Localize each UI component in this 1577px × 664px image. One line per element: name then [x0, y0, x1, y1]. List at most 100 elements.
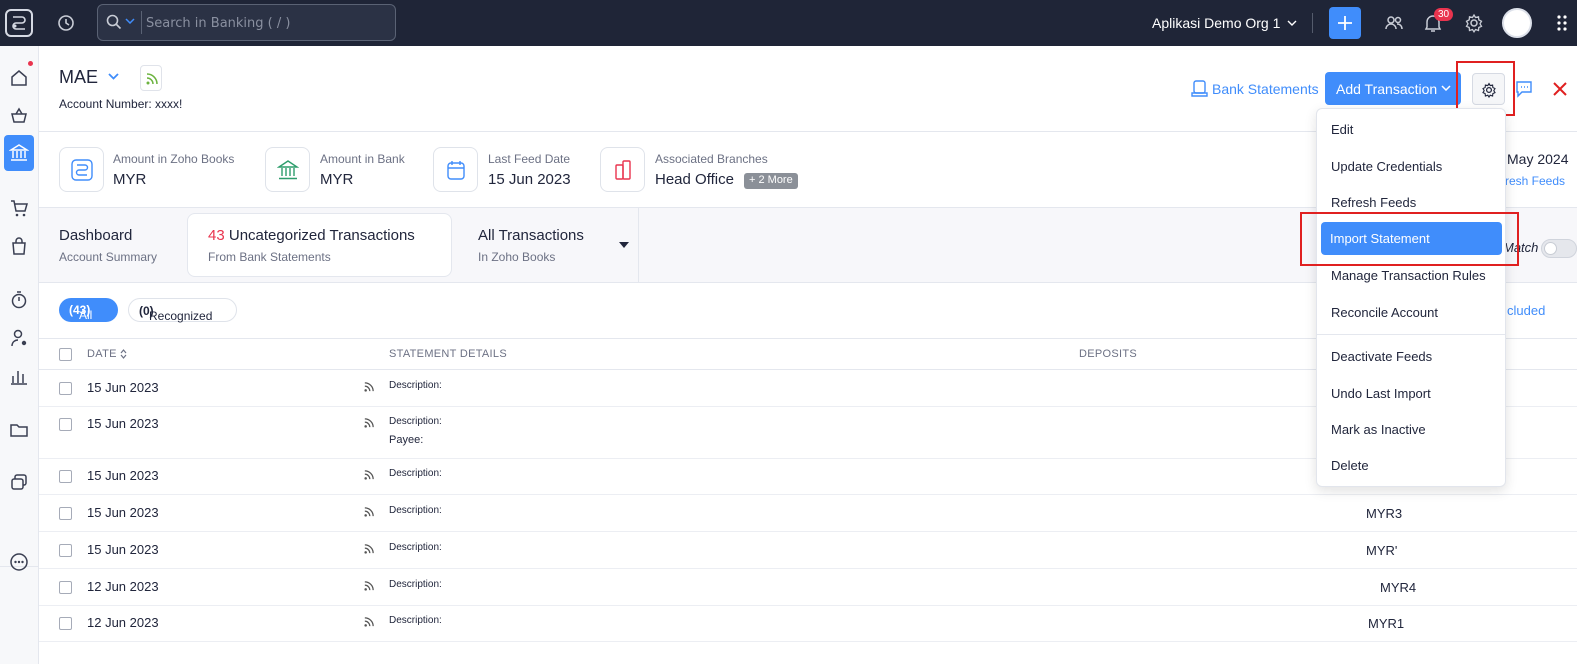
table-row[interactable]: 15 Jun 2023 Description: MYR': [39, 532, 1577, 569]
summary-label: Amount in Bank: [320, 152, 405, 166]
menu-item-mark-as-inactive[interactable]: Mark as Inactive: [1331, 422, 1426, 437]
row-checkbox[interactable]: [59, 418, 72, 431]
row-checkbox[interactable]: [59, 581, 72, 594]
table-row[interactable]: 12 Jun 2023 Description: MYR1: [39, 606, 1577, 642]
filter-all[interactable]: All (43): [59, 298, 118, 322]
row-checkbox[interactable]: [59, 617, 72, 630]
row-deposit-amount: MYR4: [1380, 580, 1417, 595]
rss-feed-icon: [364, 581, 374, 591]
statement-icon: [1191, 80, 1208, 97]
home-icon[interactable]: [9, 68, 29, 88]
windows-icon[interactable]: [9, 472, 29, 492]
accountant-icon[interactable]: [9, 328, 29, 348]
summary-label: Associated Branches: [655, 152, 768, 166]
menu-item-reconcile-account[interactable]: Reconcile Account: [1331, 305, 1438, 320]
menu-item-delete[interactable]: Delete: [1331, 458, 1369, 473]
row-payee: Payee:: [389, 434, 424, 446]
menu-item-edit[interactable]: Edit: [1331, 122, 1353, 137]
account-number: Account Number: xxxx!: [59, 97, 183, 111]
table-row[interactable]: 12 Jun 2023 Description: MYR4: [39, 569, 1577, 606]
folder-icon[interactable]: [9, 420, 29, 440]
tab-all-transactions[interactable]: All Transactions: [478, 227, 584, 244]
menu-item-undo-last-import[interactable]: Undo Last Import: [1331, 386, 1431, 401]
row-description: Description:: [389, 579, 442, 590]
add-transaction-button[interactable]: Add Transaction: [1325, 72, 1461, 105]
caret-down-icon[interactable]: [619, 242, 629, 249]
tab-dashboard[interactable]: Dashboard: [59, 227, 132, 244]
table-row[interactable]: 15 Jun 2023 Description: MYR3: [39, 495, 1577, 532]
row-date: 12 Jun 2023: [87, 615, 159, 630]
menu-item-manage-transaction-rules[interactable]: Manage Transaction Rules: [1331, 268, 1486, 283]
account-name[interactable]: MAE: [59, 67, 98, 88]
row-deposit-amount: MYR3: [1366, 506, 1403, 521]
match-toggle[interactable]: [1541, 239, 1577, 258]
summary-value: MYR: [320, 171, 354, 188]
menu-item-refresh-feeds[interactable]: Refresh Feeds: [1331, 195, 1416, 210]
row-description: Description:: [389, 615, 442, 626]
zoho-books-icon: [59, 147, 104, 192]
search-input[interactable]: [146, 11, 386, 35]
rss-feed-icon: [364, 507, 374, 517]
feed-status-chip: [140, 65, 162, 91]
uncategorized-count: 43: [208, 227, 225, 244]
bank-statements-label: Bank Statements: [1212, 81, 1319, 97]
column-statement-details: STATEMENT DETAILS: [389, 348, 507, 360]
summary-value: Head Office: [655, 171, 734, 188]
comment-icon[interactable]: [1515, 80, 1533, 98]
tab-uncategorized-sub: From Bank Statements: [208, 250, 331, 264]
settings-menu: Edit Update Credentials Refresh Feeds Im…: [1316, 108, 1506, 487]
shopping-bag-icon[interactable]: [9, 236, 29, 256]
chevron-down-icon[interactable]: [1287, 20, 1297, 26]
filter-recognized[interactable]: Recognized (0): [128, 298, 237, 323]
summary-value: MYR: [113, 171, 147, 188]
rss-feed-icon: [364, 544, 374, 554]
search-box[interactable]: [97, 4, 396, 41]
recent-activity-icon[interactable]: [56, 13, 76, 33]
cart-icon[interactable]: [9, 198, 29, 218]
menu-item-update-credentials[interactable]: Update Credentials: [1331, 159, 1442, 174]
basket-icon[interactable]: [9, 106, 29, 126]
import-statement-highlight-box: [1300, 212, 1519, 266]
top-bar: Aplikasi Demo Org 1 30: [0, 0, 1577, 46]
chevron-down-icon[interactable]: [125, 18, 135, 24]
summary-value: 15 Jun 2023: [488, 171, 571, 188]
row-checkbox[interactable]: [59, 470, 72, 483]
divider: [1312, 13, 1313, 33]
column-date-label: DATE: [87, 348, 117, 360]
org-name[interactable]: Aplikasi Demo Org 1: [1152, 15, 1280, 31]
row-checkbox[interactable]: [59, 382, 72, 395]
filter-excluded[interactable]: cluded: [1507, 303, 1545, 318]
refresh-feeds-link[interactable]: resh Feeds: [1505, 174, 1565, 188]
filter-all-label: All: [79, 308, 93, 322]
row-checkbox[interactable]: [59, 544, 72, 557]
sort-icon: [120, 349, 127, 360]
row-description: Description:: [389, 380, 442, 391]
row-description: Description:: [389, 505, 442, 516]
quick-create-button[interactable]: [1329, 7, 1361, 39]
column-date[interactable]: DATE: [87, 348, 127, 360]
chevron-down-icon: [1441, 85, 1451, 91]
tab-uncategorized-title: 43 Uncategorized Transactions: [208, 227, 415, 244]
tab-dashboard-sub: Account Summary: [59, 250, 158, 264]
users-icon[interactable]: [1384, 13, 1404, 33]
tab-uncategorized[interactable]: [187, 213, 452, 277]
rss-feed-icon: [364, 470, 374, 480]
books-logo-icon[interactable]: [5, 9, 33, 37]
avatar[interactable]: [1502, 8, 1532, 38]
close-icon[interactable]: [1552, 81, 1568, 97]
more-branches-badge[interactable]: + 2 More: [744, 173, 798, 189]
menu-item-deactivate-feeds[interactable]: Deactivate Feeds: [1331, 349, 1432, 364]
sidebar-item-banking[interactable]: [4, 135, 34, 171]
row-checkbox[interactable]: [59, 507, 72, 520]
more-icon[interactable]: [9, 552, 29, 572]
select-all-checkbox[interactable]: [59, 348, 72, 361]
chevron-down-icon[interactable]: [108, 73, 119, 80]
column-deposits: DEPOSITS: [1079, 348, 1138, 360]
gear-icon[interactable]: [1464, 13, 1484, 33]
bank-icon: [9, 144, 29, 161]
row-deposit-amount: MYR1: [1368, 616, 1405, 631]
app-grid-icon[interactable]: [1556, 14, 1572, 32]
timer-icon[interactable]: [9, 290, 29, 310]
row-description: Description:: [389, 468, 442, 479]
reports-icon[interactable]: [9, 366, 29, 386]
